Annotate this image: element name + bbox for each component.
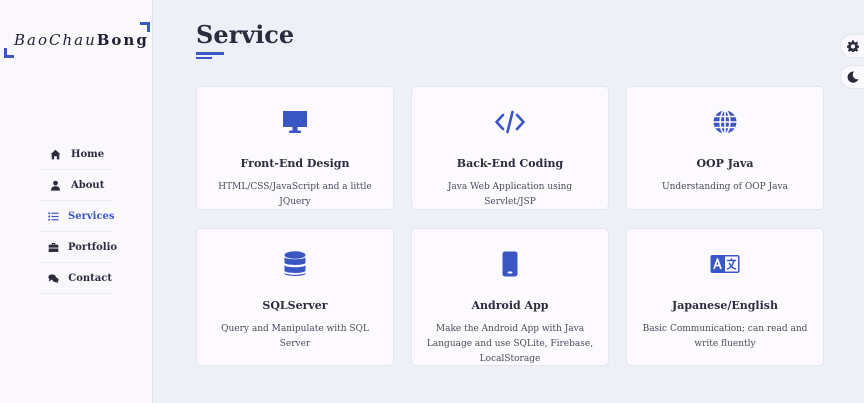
service-card-sqlserver: SQLServer Query and Manipulate with SQL … (196, 228, 394, 366)
sidebar-item-services[interactable]: Services (40, 201, 115, 232)
service-description: Understanding of OOP Java (662, 182, 788, 192)
sidebar-item-contact[interactable]: Contact (40, 263, 112, 294)
logo-corner-bottom-left (4, 48, 14, 58)
sidebar-item-label: Home (71, 148, 105, 160)
logo-text-part2: Bong (96, 31, 149, 49)
sidebar-item-label: Services (68, 210, 115, 222)
logo-text-part1: BaoChau (14, 31, 97, 49)
service-description: Make the Android App with Java Language … (426, 324, 594, 364)
desktop-icon (197, 107, 393, 137)
globe-icon (627, 107, 823, 137)
service-title: Android App (471, 299, 549, 312)
briefcase-icon (48, 241, 59, 253)
service-title: Back-End Coding (456, 157, 564, 170)
gear-icon (846, 37, 859, 56)
sidebar-item-about[interactable]: About (40, 170, 112, 201)
list-icon (48, 210, 59, 222)
database-icon (197, 249, 393, 279)
service-card-back-end: Back-End Coding Java Web Application usi… (411, 86, 609, 210)
theme-toggle-button[interactable] (840, 65, 864, 89)
sidebar-item-label: Portfolio (68, 241, 118, 253)
service-description: HTML/CSS/JavaScript and a little JQuery (218, 182, 372, 207)
page-title: Service (196, 20, 295, 49)
service-title: Front-End Design (240, 157, 350, 170)
sidebar-item-home[interactable]: Home (40, 139, 112, 170)
sidebar-nav: Home About Services Portfolio Contact (40, 139, 117, 294)
service-title: OOP Java (696, 157, 754, 170)
service-card-front-end: Front-End Design HTML/CSS/JavaScript and… (196, 86, 394, 210)
sidebar-item-portfolio[interactable]: Portfolio (40, 232, 117, 263)
logo[interactable]: BaoChauBong (4, 22, 150, 58)
service-card-languages: Japanese/English Basic Communication; ca… (626, 228, 824, 366)
service-description: Java Web Application using Servlet/JSP (447, 182, 573, 207)
home-icon (48, 148, 62, 160)
service-card-android: Android App Make the Android App with Ja… (411, 228, 609, 366)
title-underline (196, 52, 224, 55)
sidebar: BaoChauBong Home About Services Portfoli… (0, 0, 153, 403)
service-title: SQLServer (262, 299, 328, 312)
settings-button[interactable] (840, 34, 864, 58)
service-description: Query and Manipulate with SQL Server (221, 324, 369, 349)
logo-text: BaoChauBong (14, 31, 149, 49)
main-content: Service Front-End Design HTML/CSS/JavaSc… (153, 0, 864, 403)
moon-icon (847, 68, 859, 87)
mobile-icon (412, 249, 608, 279)
comments-icon (48, 272, 59, 284)
sidebar-item-label: About (71, 179, 105, 191)
code-icon (412, 107, 608, 137)
sidebar-item-label: Contact (68, 272, 112, 284)
language-icon (627, 249, 823, 279)
title-underline-short (196, 57, 212, 59)
service-description: Basic Communication; can read and write … (642, 324, 808, 349)
service-card-oop-java: OOP Java Understanding of OOP Java (626, 86, 824, 210)
user-icon (48, 179, 62, 191)
service-title: Japanese/English (672, 299, 778, 312)
